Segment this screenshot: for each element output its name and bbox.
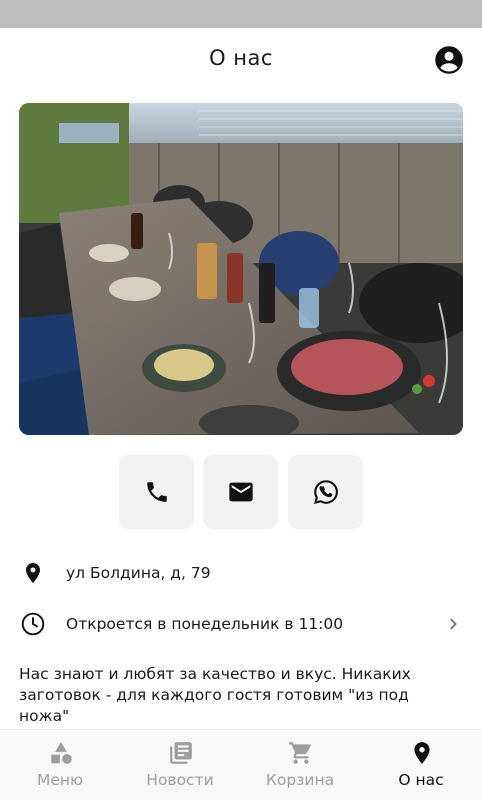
nav-cart[interactable]: Корзина xyxy=(240,730,360,800)
location-pin-icon xyxy=(414,742,430,764)
nav-cart-label: Корзина xyxy=(265,771,335,789)
account-circle-icon[interactable] xyxy=(434,45,464,75)
nav-news-label: Новости xyxy=(146,771,214,789)
address-text: ул Болдина, д, 79 xyxy=(66,564,211,582)
nav-news[interactable]: Новости xyxy=(120,730,240,800)
nav-menu-label: Меню xyxy=(36,771,84,789)
nav-about[interactable]: О нас xyxy=(361,730,481,800)
about-description: Нас знают и любят за качество и вкус. Ни… xyxy=(19,665,411,725)
call-button[interactable] xyxy=(119,455,194,529)
bottom-navigation: Меню Новости Корзина О нас xyxy=(0,729,482,800)
hours-text: Откроется в понедельник в 11:00 xyxy=(66,615,344,633)
mail-icon xyxy=(228,482,253,502)
nav-menu[interactable]: Меню xyxy=(0,730,120,800)
restaurant-photo xyxy=(19,103,463,435)
email-button[interactable] xyxy=(203,455,278,529)
page-title: О нас xyxy=(209,46,273,70)
category-icon xyxy=(51,742,72,764)
location-pin-icon xyxy=(19,559,47,587)
contact-buttons xyxy=(119,455,363,529)
news-icon xyxy=(170,742,192,764)
hours-row[interactable]: Откроется в понедельник в 11:00 xyxy=(19,609,463,639)
nav-about-label: О нас xyxy=(398,771,444,789)
address-row[interactable]: ул Болдина, д, 79 xyxy=(19,558,463,588)
cart-icon xyxy=(289,742,311,764)
whatsapp-icon xyxy=(313,480,338,504)
app-header: О нас xyxy=(0,28,482,94)
chevron-right-icon xyxy=(450,618,457,630)
whatsapp-button[interactable] xyxy=(288,455,363,529)
status-bar xyxy=(0,0,482,28)
phone-icon xyxy=(146,482,167,502)
clock-icon xyxy=(19,610,47,638)
